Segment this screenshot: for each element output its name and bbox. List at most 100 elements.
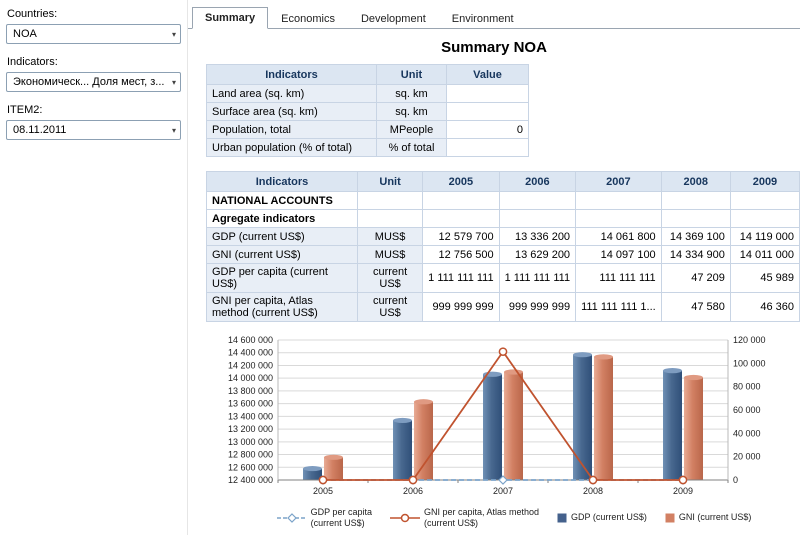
- svg-text:13 200 000: 13 200 000: [228, 424, 273, 434]
- unit-cell: MPeople: [377, 121, 447, 139]
- years-table: IndicatorsUnit20052006200720082009NATION…: [206, 171, 800, 322]
- svg-text:14 200 000: 14 200 000: [228, 360, 273, 370]
- column-header: 2005: [423, 172, 499, 192]
- column-header: Indicators: [207, 65, 377, 85]
- svg-text:14 600 000: 14 600 000: [228, 335, 273, 345]
- indicator-cell: GDP per capita (current US$): [207, 264, 358, 293]
- chart-legend: GDP per capita (current US$) GNI per capi…: [228, 507, 800, 529]
- chevron-down-icon: ▾: [168, 126, 176, 135]
- column-header: 2009: [730, 172, 799, 192]
- column-header: 2007: [576, 172, 662, 192]
- value-cell: 12 579 700: [423, 228, 499, 246]
- svg-text:13 800 000: 13 800 000: [228, 386, 273, 396]
- table-row: GNI per capita, Atlas method (current US…: [207, 293, 800, 322]
- svg-text:120 000: 120 000: [733, 335, 766, 345]
- value-cell: 14 011 000: [730, 246, 799, 264]
- legend-item: GDP per capita (current US$): [277, 507, 372, 529]
- column-header: Unit: [377, 65, 447, 85]
- cell: [423, 192, 499, 210]
- svg-text:2007: 2007: [493, 486, 513, 496]
- item2-dropdown[interactable]: 08.11.2011 ▾: [6, 120, 181, 140]
- cell: [661, 210, 730, 228]
- cell: [499, 192, 575, 210]
- svg-text:2009: 2009: [673, 486, 693, 496]
- item2-label: ITEM2:: [7, 104, 181, 116]
- square-icon: [665, 513, 675, 523]
- countries-label: Countries:: [7, 8, 181, 20]
- svg-text:12 600 000: 12 600 000: [228, 462, 273, 472]
- value-cell: 12 756 500: [423, 246, 499, 264]
- indicator-cell: GDP (current US$): [207, 228, 358, 246]
- value-cell: 0: [447, 121, 529, 139]
- indicators-dropdown[interactable]: Экономическ... Доля мест, з... (1374) ▾: [6, 72, 181, 92]
- sidebar: Countries: NOA ▾ Indicators: Экономическ…: [0, 0, 187, 535]
- legend-label: GDP (current US$): [571, 512, 647, 523]
- svg-text:2006: 2006: [403, 486, 423, 496]
- unit-cell: % of total: [377, 139, 447, 157]
- table-row: Population, totalMPeople0: [207, 121, 529, 139]
- svg-text:100 000: 100 000: [733, 358, 766, 368]
- indicator-cell: GNI per capita, Atlas method (current US…: [207, 293, 358, 322]
- unit-cell: sq. km: [377, 85, 447, 103]
- indicator-cell: Population, total: [207, 121, 377, 139]
- legend-label: GNI (current US$): [679, 512, 752, 523]
- tab-economics[interactable]: Economics: [268, 8, 348, 29]
- table-row: Urban population (% of total)% of total: [207, 139, 529, 157]
- table-row: NATIONAL ACCOUNTS: [207, 192, 800, 210]
- column-header: Unit: [358, 172, 423, 192]
- tab-environment[interactable]: Environment: [439, 8, 527, 29]
- legend-label: GDP per capita (current US$): [311, 507, 372, 529]
- indicator-cell: Surface area (sq. km): [207, 103, 377, 121]
- table-row: Surface area (sq. km)sq. km: [207, 103, 529, 121]
- svg-text:13 000 000: 13 000 000: [228, 437, 273, 447]
- value-cell: 14 369 100: [661, 228, 730, 246]
- column-header: Value: [447, 65, 529, 85]
- table-row: GDP (current US$)MUS$12 579 70013 336 20…: [207, 228, 800, 246]
- circle-line-icon: [390, 512, 420, 524]
- svg-text:14 400 000: 14 400 000: [228, 348, 273, 358]
- square-icon: [557, 513, 567, 523]
- legend-label: GNI per capita, Atlas method (current US…: [424, 507, 539, 529]
- value-cell: 999 999 999: [499, 293, 575, 322]
- cell: [576, 192, 662, 210]
- value-cell: 47 209: [661, 264, 730, 293]
- svg-text:13 600 000: 13 600 000: [228, 399, 273, 409]
- svg-text:2008: 2008: [583, 486, 603, 496]
- countries-dropdown[interactable]: NOA ▾: [6, 24, 181, 44]
- svg-text:13 400 000: 13 400 000: [228, 411, 273, 421]
- tab-summary[interactable]: Summary: [192, 7, 268, 29]
- svg-text:20 000: 20 000: [733, 452, 761, 462]
- chevron-down-icon: ▾: [168, 78, 176, 87]
- value-cell: 46 360: [730, 293, 799, 322]
- value-cell: 999 999 999: [423, 293, 499, 322]
- value-cell: 47 580: [661, 293, 730, 322]
- table-row: GNI (current US$)MUS$12 756 50013 629 20…: [207, 246, 800, 264]
- unit-cell: MUS$: [358, 228, 423, 246]
- indicators-label: Indicators:: [7, 56, 181, 68]
- value-cell: [447, 103, 529, 121]
- table-row: GDP per capita (current US$)current US$1…: [207, 264, 800, 293]
- unit-cell: sq. km: [377, 103, 447, 121]
- svg-text:12 400 000: 12 400 000: [228, 475, 273, 485]
- legend-item: GNI per capita, Atlas method (current US…: [390, 507, 539, 529]
- value-cell: 45 989: [730, 264, 799, 293]
- header-row: IndicatorsUnitValue: [207, 65, 529, 85]
- svg-text:2005: 2005: [313, 486, 333, 496]
- app-window: Countries: NOA ▾ Indicators: Экономическ…: [0, 0, 800, 535]
- tab-development[interactable]: Development: [348, 8, 439, 29]
- cell: [358, 210, 423, 228]
- cell: [730, 192, 799, 210]
- column-header: 2008: [661, 172, 730, 192]
- svg-text:0: 0: [733, 475, 738, 485]
- table-row: Land area (sq. km)sq. km: [207, 85, 529, 103]
- value-cell: 14 119 000: [730, 228, 799, 246]
- svg-text:14 000 000: 14 000 000: [228, 373, 273, 383]
- svg-text:60 000: 60 000: [733, 405, 761, 415]
- svg-text:80 000: 80 000: [733, 382, 761, 392]
- unit-cell: MUS$: [358, 246, 423, 264]
- cell: [730, 210, 799, 228]
- value-cell: 1 111 111 111: [423, 264, 499, 293]
- legend-item: GDP (current US$): [557, 512, 647, 523]
- unit-cell: current US$: [358, 264, 423, 293]
- header-row: IndicatorsUnit20052006200720082009: [207, 172, 800, 192]
